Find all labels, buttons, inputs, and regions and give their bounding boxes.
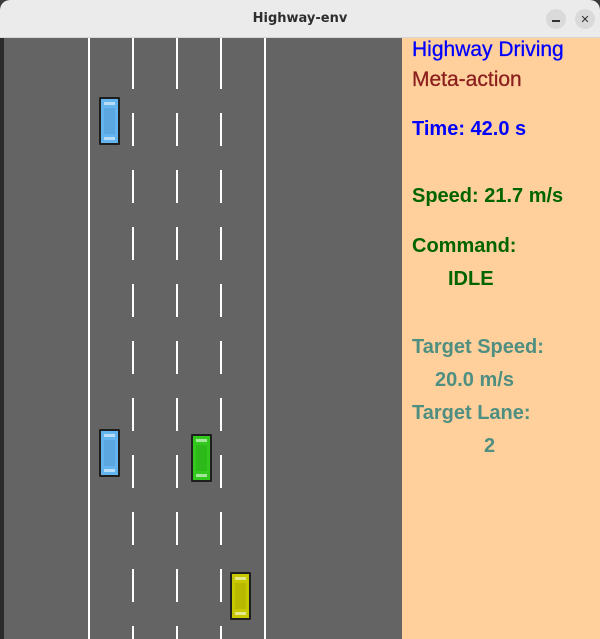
app-window: Highway-env ✕ Highway Driving Meta-actio…	[0, 0, 600, 639]
panel-subtitle: Meta-action	[412, 68, 522, 91]
lane-marking-2	[176, 38, 178, 639]
vehicle-green-ego	[191, 434, 212, 482]
vehicle-blue-1	[99, 97, 120, 145]
target-lane-value: 2	[484, 435, 496, 457]
close-button[interactable]: ✕	[575, 9, 595, 29]
road-edge-right	[264, 38, 266, 639]
target-lane-label: Target Lane:	[412, 402, 531, 424]
vehicle-window	[104, 469, 115, 472]
vehicle-window	[196, 474, 207, 477]
vehicle-body	[104, 108, 115, 134]
vehicle-window	[104, 434, 115, 437]
vehicle-window	[196, 439, 207, 442]
vehicle-body	[104, 440, 115, 466]
target-speed-label: Target Speed:	[412, 336, 544, 358]
command-value: IDLE	[448, 268, 494, 290]
close-icon: ✕	[580, 12, 590, 26]
lane-marking-3	[220, 38, 222, 639]
panel-title: Highway Driving	[412, 38, 564, 61]
vehicle-window	[104, 137, 115, 140]
vehicle-body	[235, 583, 246, 609]
vehicle-body	[196, 445, 207, 471]
minimize-icon	[552, 20, 560, 22]
target-speed-value: 20.0 m/s	[435, 369, 514, 391]
minimize-button[interactable]	[546, 9, 566, 29]
title-bar[interactable]: Highway-env ✕	[0, 0, 600, 38]
lane-marking-1	[132, 38, 134, 639]
vehicle-window	[235, 612, 246, 615]
info-panel: Highway Driving Meta-action Time: 42.0 s…	[402, 38, 600, 639]
vehicle-window	[104, 102, 115, 105]
vehicle-yellow	[230, 572, 251, 620]
simulation-view: Highway Driving Meta-action Time: 42.0 s…	[4, 38, 600, 639]
time-readout: Time: 42.0 s	[412, 118, 527, 140]
road-edge-left	[88, 38, 90, 639]
window-title: Highway-env	[252, 11, 348, 26]
command-label: Command:	[412, 235, 517, 257]
highway-road	[4, 38, 402, 639]
vehicle-blue-2	[99, 429, 120, 477]
speed-readout: Speed: 21.7 m/s	[412, 185, 564, 207]
vehicle-window	[235, 577, 246, 580]
